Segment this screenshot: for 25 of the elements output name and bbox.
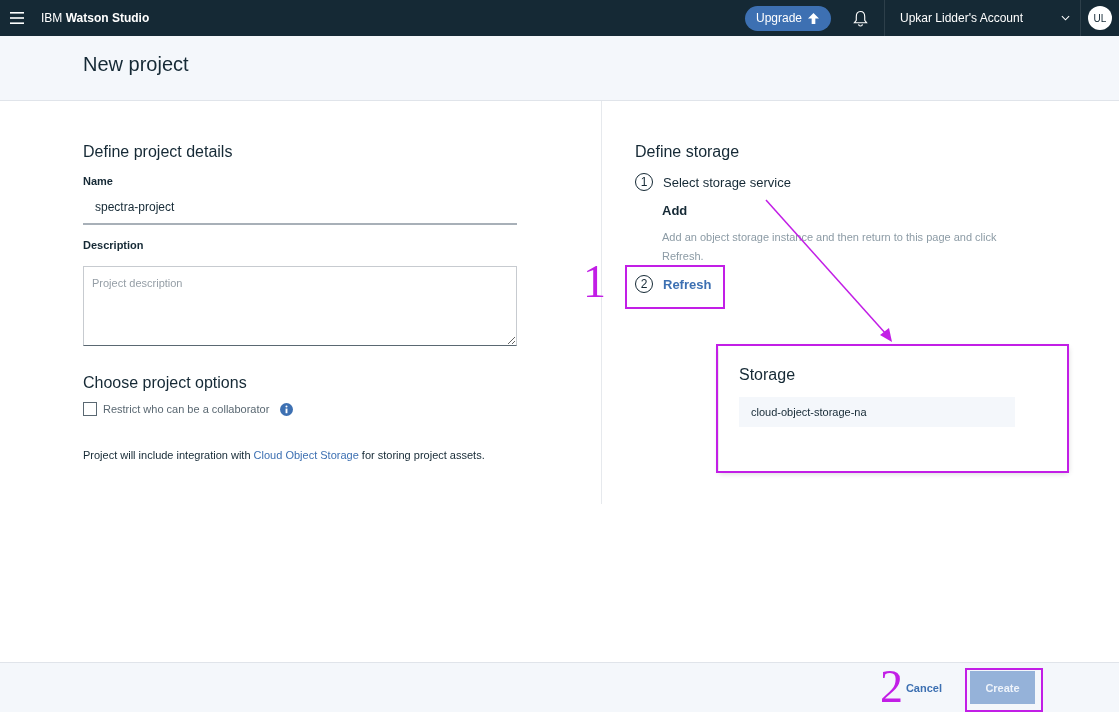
upload-arrow-icon: [808, 12, 819, 24]
menu-icon[interactable]: [10, 12, 24, 24]
description-field[interactable]: Project description: [83, 266, 517, 346]
info-icon[interactable]: [280, 402, 294, 416]
notification-icon[interactable]: [853, 9, 868, 27]
user-avatar[interactable]: UL: [1088, 6, 1112, 30]
section-heading: Choose project options: [83, 374, 248, 392]
field-label: Name: [83, 175, 114, 187]
annotation-number: 1: [583, 259, 606, 305]
cloud-object-storage-link[interactable]: Cloud Object Storage: [253, 449, 359, 461]
field-label: Description: [83, 239, 145, 251]
upgrade-button[interactable]: Upgrade: [744, 5, 831, 31]
storage-instance-field[interactable]: cloud-object-storage-na: [739, 397, 1015, 427]
page-title: New project: [83, 52, 189, 76]
checkbox[interactable]: [83, 402, 97, 416]
panel-title: Storage: [739, 366, 797, 384]
section-heading: Define project details: [83, 143, 234, 161]
chevron-down-icon: [1061, 15, 1070, 21]
section-heading: Define storage: [635, 143, 741, 161]
product-name[interactable]: IBM Watson Studio: [41, 11, 150, 25]
step-label: Select storage service: [663, 174, 791, 190]
add-heading: Add: [662, 203, 689, 218]
refresh-link[interactable]: Refresh: [663, 276, 712, 292]
integration-note: Project will include integration with Cloud Object Storage for storing project assets.: [83, 449, 486, 461]
checkbox-label[interactable]: Restrict who can be a collaborator: [103, 403, 270, 415]
